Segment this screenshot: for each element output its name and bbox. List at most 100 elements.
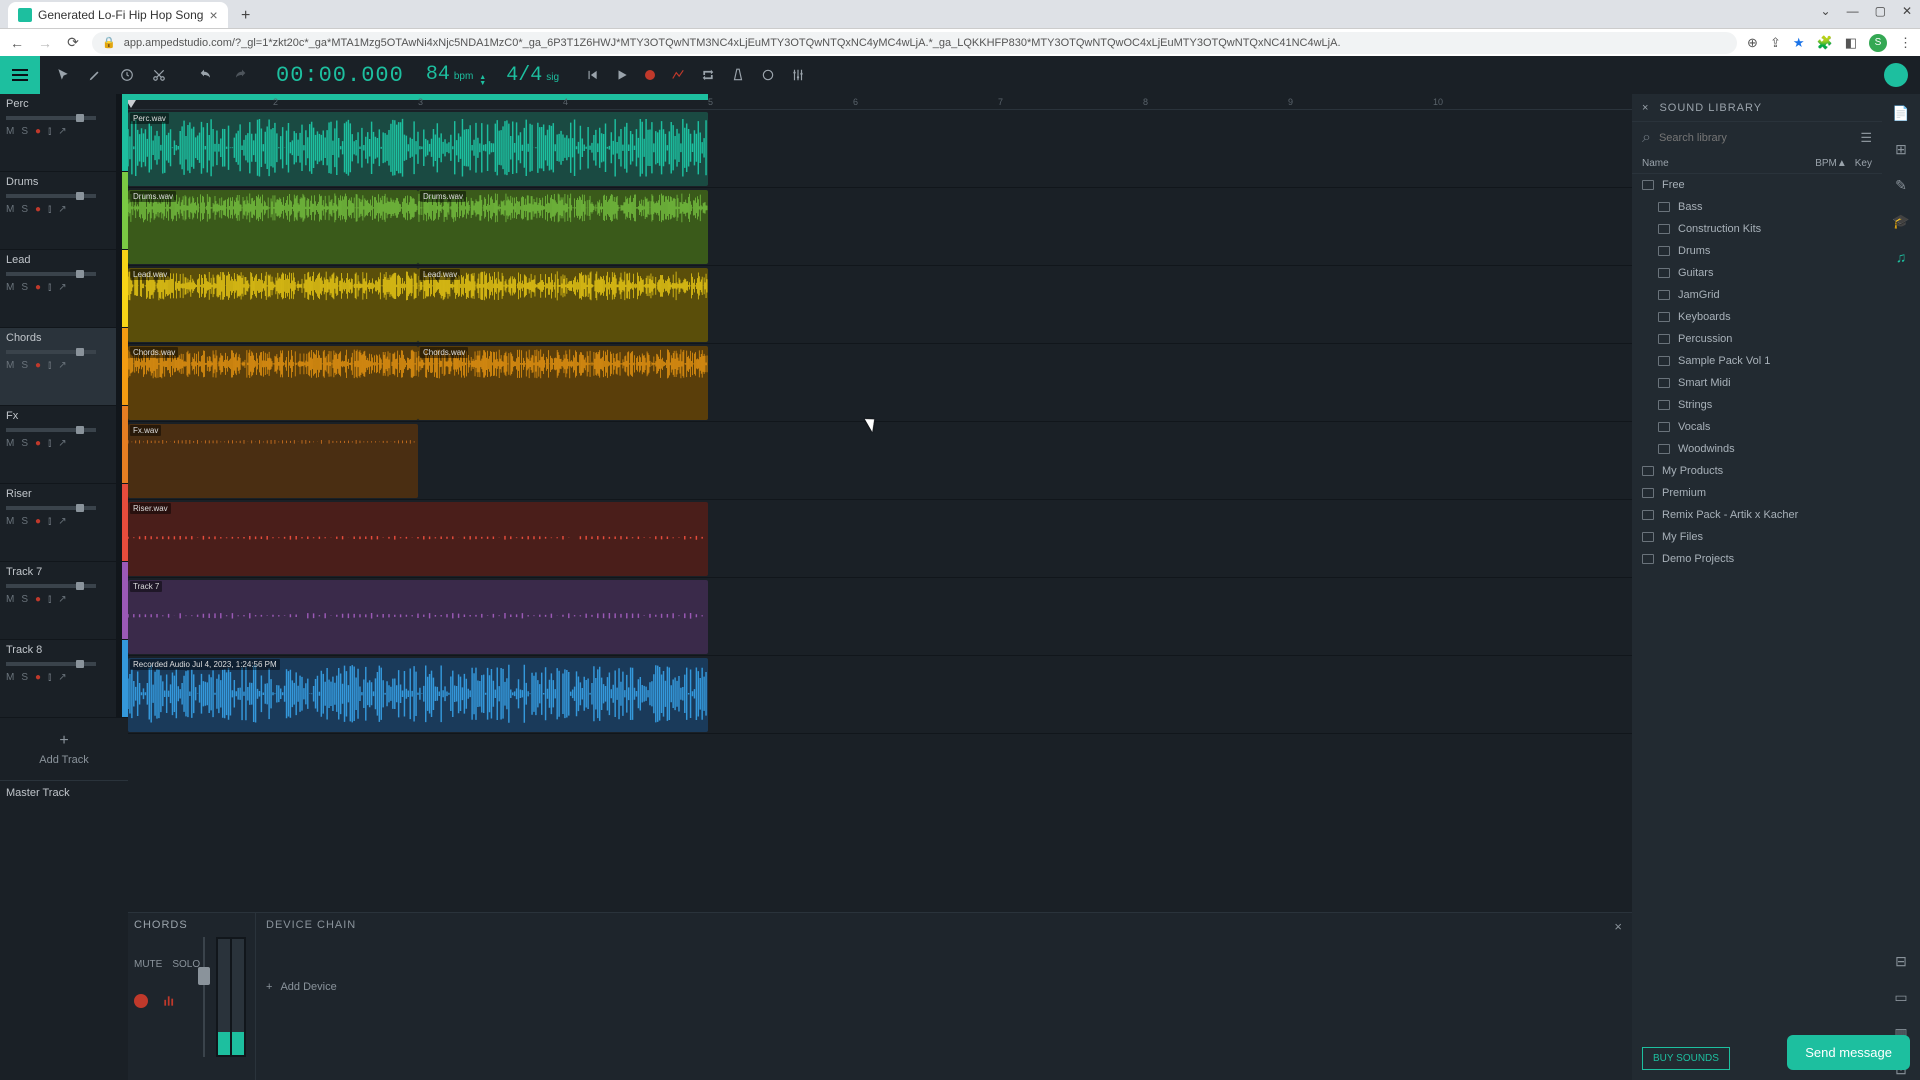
track-header[interactable]: Lead M S ● ⫾ ↗ <box>0 250 128 328</box>
arm-button[interactable]: ● <box>35 594 41 605</box>
time-display[interactable]: 00:00.000 <box>264 63 416 88</box>
solo-button[interactable]: S <box>21 594 28 605</box>
chevron-down-icon[interactable]: ⌄ <box>1821 4 1831 18</box>
solo-button[interactable]: S <box>21 204 28 215</box>
library-folder[interactable]: My Files <box>1632 526 1882 548</box>
mute-button[interactable]: M <box>6 594 14 605</box>
eq-icon[interactable]: ⫾ <box>48 516 51 527</box>
send-message-button[interactable]: Send message <box>1787 1035 1910 1070</box>
solo-button[interactable]: S <box>21 672 28 683</box>
track-lane[interactable]: Recorded Audio Jul 4, 2023, 1:24:56 PM <box>128 656 1632 734</box>
menu-icon[interactable]: ⋮ <box>1899 35 1912 51</box>
arm-button[interactable]: ● <box>35 438 41 449</box>
play-button[interactable] <box>615 68 629 82</box>
reload-button[interactable]: ⟳ <box>64 34 82 51</box>
mixer-icon[interactable] <box>791 68 805 82</box>
panel-close-button[interactable]: × <box>1614 919 1622 934</box>
arm-button[interactable]: ● <box>35 360 41 371</box>
learn-icon[interactable]: 🎓 <box>1890 210 1912 232</box>
bpm-stepper[interactable]: ▲▼ <box>479 75 486 87</box>
solo-button[interactable]: SOLO <box>172 959 200 970</box>
time-signature-display[interactable]: 4/4 sig <box>496 64 569 87</box>
profile-avatar[interactable]: S <box>1869 34 1887 52</box>
mute-button[interactable]: M <box>6 282 14 293</box>
track-volume-slider[interactable] <box>6 350 96 354</box>
timeline-ruler[interactable]: 2345678910 <box>128 94 1632 110</box>
audio-clip[interactable]: Perc.wav <box>128 112 708 186</box>
audio-clip[interactable]: Chords.wav <box>128 346 418 420</box>
arrange-view[interactable]: 2345678910 Perc.wavDrums.wavDrums.wavLea… <box>128 94 1632 1080</box>
tab-close-button[interactable]: × <box>209 7 217 23</box>
bpm-display[interactable]: 84 bpm ▲▼ <box>416 63 496 87</box>
eq-icon[interactable]: ⫾ <box>48 204 51 215</box>
track-volume-slider[interactable] <box>6 662 96 666</box>
app-menu-button[interactable] <box>0 56 40 94</box>
track-header[interactable]: Fx M S ● ⫾ ↗ <box>0 406 128 484</box>
snap-icon[interactable]: ⊟ <box>1890 950 1912 972</box>
add-device-button[interactable]: + Add Device <box>266 981 1622 993</box>
audio-clip[interactable]: Recorded Audio Jul 4, 2023, 1:24:56 PM <box>128 658 708 732</box>
sidepanel-icon[interactable]: ◧ <box>1845 35 1857 51</box>
automation-icon[interactable] <box>671 68 685 82</box>
notes-icon[interactable]: 📄 <box>1890 102 1912 124</box>
add-track-button[interactable]: +Add Track <box>0 718 128 780</box>
library-folder[interactable]: Strings <box>1632 394 1882 416</box>
eq-icon[interactable]: ⫾ <box>48 672 51 683</box>
forward-button[interactable]: → <box>36 35 54 51</box>
track-header[interactable]: Riser M S ● ⫾ ↗ <box>0 484 128 562</box>
mute-button[interactable]: M <box>6 360 14 371</box>
eq-icon[interactable]: ⫾ <box>48 126 51 137</box>
solo-button[interactable]: S <box>21 126 28 137</box>
track-volume-slider[interactable] <box>6 116 96 120</box>
arm-record-button[interactable] <box>134 994 148 1008</box>
arm-button[interactable]: ● <box>35 516 41 527</box>
track-volume-slider[interactable] <box>6 428 96 432</box>
user-avatar[interactable] <box>1884 63 1908 87</box>
arm-button[interactable]: ● <box>35 282 41 293</box>
solo-button[interactable]: S <box>21 282 28 293</box>
library-folder[interactable]: Demo Projects <box>1632 548 1882 570</box>
arm-button[interactable]: ● <box>35 126 41 137</box>
library-list[interactable]: FreeBassConstruction KitsDrumsGuitarsJam… <box>1632 174 1882 1037</box>
share-icon[interactable]: ⇪ <box>1770 35 1781 51</box>
url-input[interactable]: 🔒 app.ampedstudio.com/?_gl=1*zkt20c*_ga*… <box>92 32 1737 54</box>
loop-button[interactable] <box>701 68 715 82</box>
buy-sounds-button[interactable]: BUY SOUNDS <box>1642 1047 1730 1070</box>
grid-icon[interactable]: ⊞ <box>1890 138 1912 160</box>
cut-tool[interactable] <box>152 68 166 82</box>
eq-icon[interactable] <box>162 994 176 1008</box>
automation-icon[interactable]: ↗ <box>58 516 66 527</box>
track-volume-slider[interactable] <box>6 194 96 198</box>
track-volume-slider[interactable] <box>6 506 96 510</box>
eq-icon[interactable]: ⫾ <box>48 282 51 293</box>
automation-icon[interactable]: ↗ <box>58 282 66 293</box>
library-close-button[interactable]: × <box>1642 102 1649 114</box>
redo-button[interactable] <box>232 67 248 83</box>
audio-clip[interactable]: Drums.wav <box>128 190 418 264</box>
col-key[interactable]: Key <box>1855 158 1872 169</box>
mute-button[interactable]: M <box>6 516 14 527</box>
install-icon[interactable]: ⊕ <box>1747 35 1758 51</box>
mute-button[interactable]: M <box>6 126 14 137</box>
extensions-icon[interactable]: 🧩 <box>1817 35 1833 51</box>
track-header[interactable]: Track 7 M S ● ⫾ ↗ <box>0 562 128 640</box>
library-folder[interactable]: Percussion <box>1632 328 1882 350</box>
library-folder[interactable]: Drums <box>1632 240 1882 262</box>
pen-icon[interactable]: ✎ <box>1890 174 1912 196</box>
library-folder[interactable]: Construction Kits <box>1632 218 1882 240</box>
volume-fader[interactable] <box>198 937 210 1057</box>
track-lane[interactable]: Fx.wav <box>128 422 1632 500</box>
pencil-tool[interactable] <box>88 68 102 82</box>
track-lane[interactable]: Lead.wavLead.wav <box>128 266 1632 344</box>
filter-icon[interactable]: ☰ <box>1860 130 1872 146</box>
track-header[interactable]: Track 8 M S ● ⫾ ↗ <box>0 640 128 718</box>
track-header[interactable]: Chords M S ● ⫾ ↗ <box>0 328 128 406</box>
back-button[interactable]: ← <box>8 35 26 51</box>
track-lane[interactable]: Riser.wav <box>128 500 1632 578</box>
audio-clip[interactable]: Fx.wav <box>128 424 418 498</box>
track-volume-slider[interactable] <box>6 584 96 588</box>
audio-clip[interactable]: Chords.wav <box>418 346 708 420</box>
arm-button[interactable]: ● <box>35 204 41 215</box>
playhead[interactable] <box>128 100 136 108</box>
browser-tab[interactable]: Generated Lo-Fi Hip Hop Song × <box>8 2 228 28</box>
